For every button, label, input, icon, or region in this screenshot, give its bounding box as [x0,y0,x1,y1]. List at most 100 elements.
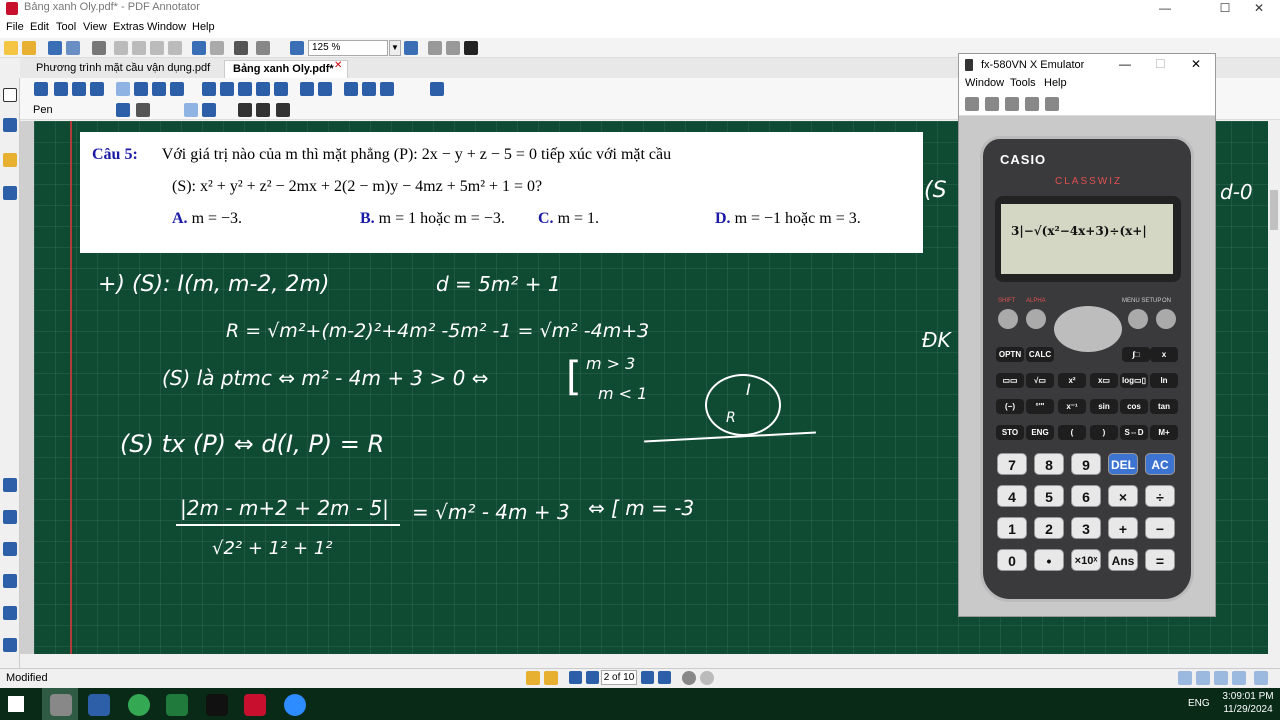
print-icon[interactable] [92,41,106,55]
zoom-in-icon[interactable] [404,41,418,55]
tiktok-taskbar-icon[interactable] [206,694,228,716]
optn-key[interactable]: OPTN [996,347,1024,362]
menu-view[interactable]: View [83,21,107,33]
negative-key[interactable]: (−) [996,399,1024,414]
open-paren-key[interactable]: ( [1058,425,1086,440]
fit-width-icon[interactable] [428,41,442,55]
ac-key[interactable]: AC [1145,453,1175,475]
page-icon[interactable] [3,88,17,102]
delete-icon[interactable] [168,41,182,55]
menu-key[interactable] [1128,309,1148,329]
back-icon[interactable] [682,671,696,685]
undo-icon[interactable] [192,41,206,55]
zoom-out-icon[interactable] [290,41,304,55]
menu-window[interactable]: Window [147,21,186,33]
zoom-taskbar-icon[interactable] [284,694,306,716]
minus-key[interactable]: − [1145,517,1175,539]
calc-maximize-button[interactable]: ☐ [1155,57,1166,71]
continuous-view-icon[interactable] [1196,671,1210,685]
divide-key[interactable]: ÷ [1145,485,1175,507]
ruler-icon[interactable] [274,82,288,96]
direction-pad[interactable] [1054,306,1122,352]
prev-doc-icon[interactable] [526,671,540,685]
calc-menu-tools[interactable]: Tools [1010,77,1036,89]
menu-file[interactable]: File [6,21,24,33]
calc-tool2-icon[interactable] [985,97,999,111]
close-button[interactable]: ✕ [1236,0,1280,18]
language-indicator[interactable]: ENG [1188,698,1210,709]
calc-close-button[interactable]: ✕ [1191,57,1201,71]
sd-key[interactable]: S⇔D [1120,425,1148,440]
ans-key[interactable]: Ans [1108,549,1138,571]
pdf-annotator-taskbar-icon[interactable] [244,694,266,716]
favorite-heart-icon[interactable] [3,478,17,492]
tab-bang-xanh[interactable]: Bảng xanh Oly.pdf* [224,60,348,78]
calc-minimize-button[interactable]: — [1119,57,1131,71]
page-indicator[interactable]: 2 of 10 [601,670,637,685]
key-9[interactable]: 9 [1071,453,1101,475]
find-icon[interactable] [234,41,248,55]
rectangle-tool-icon[interactable] [238,82,252,96]
key-5[interactable]: 5 [1034,485,1064,507]
redo-icon[interactable] [210,41,224,55]
key-0[interactable]: 0 [997,549,1027,571]
highlight-icon[interactable] [202,103,216,117]
calc-menu-window[interactable]: Window [965,77,1004,89]
shift-key[interactable] [998,309,1018,329]
plus-key[interactable]: + [1108,517,1138,539]
line-width-icon[interactable] [136,103,150,117]
close-paren-key[interactable]: ) [1090,425,1118,440]
ln-key[interactable]: ln [1150,373,1178,388]
cut-icon[interactable] [114,41,128,55]
single-page-view-icon[interactable] [1178,671,1192,685]
calc-tool4-icon[interactable] [1025,97,1039,111]
lasso-icon[interactable] [318,82,332,96]
tab-close-icon[interactable]: ✕ [334,60,342,71]
open-folder-icon[interactable] [22,41,36,55]
inverse-key[interactable]: x⁻¹ [1058,399,1086,414]
strikethrough-icon[interactable] [276,103,290,117]
key-2[interactable]: 2 [1034,517,1064,539]
menu-edit[interactable]: Edit [30,21,49,33]
menu-extras[interactable]: Extras [113,21,144,33]
calc-menu-help[interactable]: Help [1044,77,1067,89]
text-icon[interactable] [238,103,252,117]
ellipse-tool-icon[interactable] [256,82,270,96]
marker-icon[interactable] [134,82,148,96]
cos-key[interactable]: cos [1120,399,1148,414]
crop-icon[interactable] [362,82,376,96]
next-page-icon[interactable] [641,671,654,684]
link-icon[interactable] [380,82,394,96]
text-edit-icon[interactable] [256,103,270,117]
horizontal-scrollbar[interactable] [34,654,1268,668]
last-page-icon[interactable] [658,671,671,684]
prev-page-icon[interactable] [586,671,599,684]
arrow-tool-icon[interactable] [220,82,234,96]
x-key[interactable]: x [1150,347,1178,362]
calc-tool3-icon[interactable] [1005,97,1019,111]
calc-tool5-icon[interactable] [1045,97,1059,111]
menu-help[interactable]: Help [192,21,215,33]
integral-key[interactable]: ∫□ [1122,347,1150,362]
image-icon[interactable] [152,82,166,96]
del-key[interactable]: DEL [1108,453,1138,475]
first-page-icon[interactable] [569,671,582,684]
sto-key[interactable]: STO [996,425,1024,440]
mplus-key[interactable]: M+ [1150,425,1178,440]
eraser-icon[interactable] [300,82,314,96]
copy-icon[interactable] [132,41,146,55]
page-layout-icon[interactable] [256,41,270,55]
excel-taskbar-icon[interactable] [166,694,188,716]
windows-start-icon[interactable] [8,696,24,712]
sqrt-key[interactable]: √▭ [1026,373,1054,388]
vertical-scroll-thumb[interactable] [1270,190,1278,230]
grid-view-icon[interactable] [1232,671,1246,685]
select-text-icon[interactable] [54,82,68,96]
on-key[interactable] [1156,309,1176,329]
degree-key[interactable]: °'" [1026,399,1054,414]
key-7[interactable]: 7 [997,453,1027,475]
fit-page-icon[interactable] [446,41,460,55]
select-arrow-icon[interactable] [34,82,48,96]
tab-phuong-trinh[interactable]: Phương trình mặt cầu vận dụng.pdf [28,60,224,78]
key-8[interactable]: 8 [1034,453,1064,475]
